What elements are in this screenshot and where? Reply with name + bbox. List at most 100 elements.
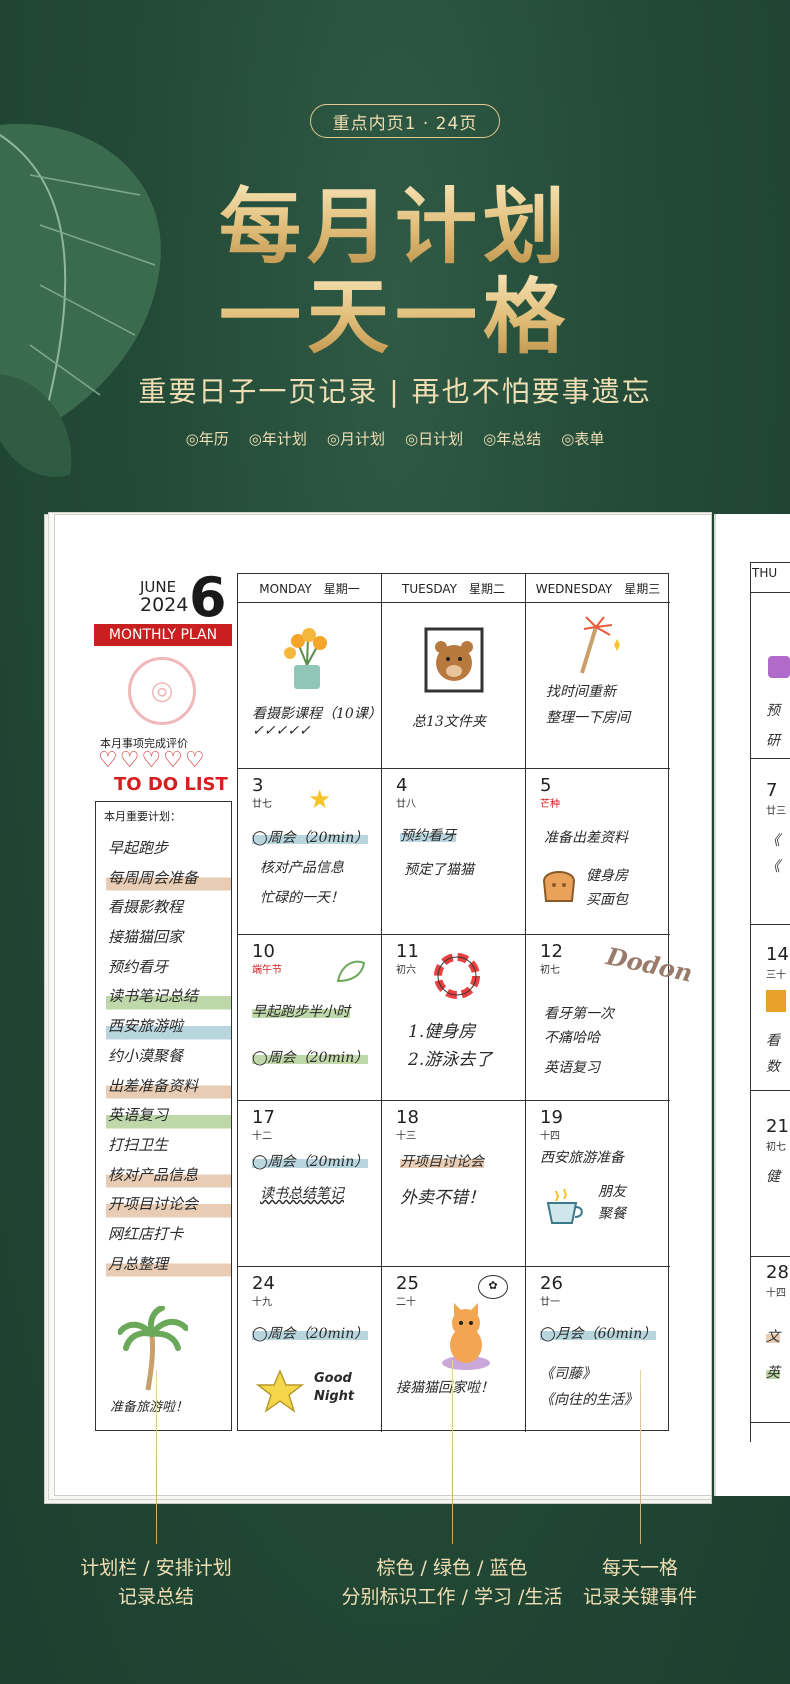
feature-item: 年总结 <box>483 428 541 449</box>
day-cell[interactable]: 总13文件夹 <box>382 603 526 769</box>
partial-note: 《 <box>766 833 780 849</box>
divider <box>750 592 790 593</box>
column-header-wednesday: WEDNESDAY 星期三 <box>526 574 670 603</box>
cell-note: 《向往的生活》 <box>540 1392 638 1408</box>
plan-heading: 本月重要计划： <box>104 810 181 823</box>
lunar-date: 十三 <box>396 1131 416 1142</box>
feature-item: 表单 <box>561 428 604 449</box>
plan-item: 核对产品信息 <box>106 1162 231 1193</box>
pointer-line <box>640 1370 641 1544</box>
monthly-plan-banner: MONTHLY PLAN <box>94 624 232 646</box>
lunar-date: 端午节 <box>252 965 282 976</box>
day-cell[interactable]: 看摄影课程（10课） ✓✓✓✓✓ <box>238 603 382 769</box>
lunar-date: 十四 <box>766 1288 786 1299</box>
day-cell[interactable]: 25 二十 ✿ 接猫猫回家啦！ <box>382 1267 526 1432</box>
heart-rating-icons: ♡♡♡♡♡ <box>98 748 207 773</box>
day-cell[interactable]: 26 廿一 ◯月会（60min） 《司藤》 《向往的生活》 <box>526 1267 670 1432</box>
day-number: 3 <box>252 775 264 796</box>
lunar-date: 芒种 <box>540 799 560 810</box>
thought-bubble-icon: ✿ <box>478 1275 508 1299</box>
day-cell[interactable]: 10 端午节 早起跑步半小时 ◯周会（20min） <box>238 935 382 1101</box>
day-cell[interactable]: 找时间重新 整理一下房间 <box>526 603 670 769</box>
plan-item: 打扫卫生 <box>108 1135 169 1154</box>
month-number: 6 <box>189 566 227 629</box>
divider <box>750 1090 790 1091</box>
coffee-cup-icon <box>546 1188 583 1224</box>
cell-note: 英语复习 <box>544 1060 600 1076</box>
day-cell[interactable]: 4 廿八 预约看牙 预定了猫猫 <box>382 769 526 935</box>
cell-note: 2.游泳去了 <box>408 1050 493 1070</box>
pointer-line <box>156 1370 157 1544</box>
cell-note: 健身房 <box>586 868 628 884</box>
feature-item: 年历 <box>186 428 229 449</box>
cell-note: 不痛哈哈 <box>544 1030 600 1046</box>
cell-note: ◯周会（20min） <box>252 827 369 847</box>
page-count-badge: 重点内页1 · 24页 <box>310 104 500 138</box>
day-number: 4 <box>396 775 408 796</box>
caption-line: 分别标识工作 / 学习 /生活 <box>341 1586 563 1608</box>
partial-note: 预 <box>766 703 780 719</box>
plan-item: 每周周会准备 <box>106 865 231 896</box>
feature-list: 年历 年计划 月计划 日计划 年总结 表单 <box>0 428 790 449</box>
star-icon: ★ <box>308 785 332 815</box>
partial-note: 数 <box>766 1059 780 1075</box>
cell-note: 聚餐 <box>598 1206 626 1222</box>
subtitle: 重要日子一页记录 | 再也不怕要事遗忘 <box>138 375 652 408</box>
firework-sparkle-icon <box>580 616 620 674</box>
day-number: 11 <box>396 941 419 962</box>
plan-item: 西安旅游啦 <box>106 1014 231 1044</box>
day-number: 12 <box>540 941 563 962</box>
day-number: 21 <box>766 1116 789 1137</box>
day-cell[interactable]: 5 芒种 准备出差资料 健身房 买面包 <box>526 769 670 935</box>
divider <box>750 924 790 925</box>
column-header-tuesday: TUESDAY 星期二 <box>382 574 526 603</box>
cell-note: 看牙第一次 <box>544 1006 614 1022</box>
palm-tree-icon <box>118 1306 188 1391</box>
partial-note: 文 <box>766 1326 780 1346</box>
lunar-date: 初七 <box>766 1142 786 1153</box>
cell-note: 开项目讨论会 <box>400 1151 484 1171</box>
plan-item: 接猫猫回家 <box>108 928 184 947</box>
plan-item: 看摄影教程 <box>108 898 184 917</box>
plan-item: 月总整理 <box>106 1251 231 1282</box>
day-cell[interactable]: 18 十三 开项目讨论会 外卖不错！ <box>382 1101 526 1267</box>
caption-line: 每天一格 <box>601 1557 678 1579</box>
plan-item: 出差准备资料 <box>106 1073 231 1104</box>
cell-note: 准备出差资料 <box>544 830 628 846</box>
day-number: 18 <box>396 1107 419 1128</box>
day-number: 10 <box>252 941 275 962</box>
cell-note: 1.健身房 <box>408 1022 476 1042</box>
cell-note: 忙碌的一天！ <box>260 890 344 906</box>
good-night-text: Night <box>314 1389 355 1404</box>
sleeping-star-icon <box>255 1369 305 1413</box>
cell-note: ◯月会（60min） <box>540 1323 657 1343</box>
day-cell[interactable]: 19 十四 西安旅游准备 朋友 聚餐 <box>526 1101 670 1267</box>
day-cell[interactable]: 11 初六 1.健身房 2.游泳去了 <box>382 935 526 1101</box>
plan-item: 预约看牙 <box>108 957 169 976</box>
day-cell[interactable]: 17 十二 ◯周会（20min） 读书总结笔记 <box>238 1101 382 1267</box>
feature-item: 月计划 <box>327 428 385 449</box>
cell-note: ◯周会（20min） <box>252 1323 369 1343</box>
cell-note: ◯周会（20min） <box>252 1151 369 1171</box>
year: 2024 <box>140 594 189 616</box>
good-night-text: Good <box>314 1371 352 1386</box>
divider <box>750 758 790 759</box>
lunar-date: 二十 <box>396 1297 416 1308</box>
day-number: 28 <box>766 1262 789 1283</box>
flower-pot-icon <box>284 628 327 689</box>
cell-note: 预约看牙 <box>400 825 456 845</box>
partial-note: 看 <box>766 1033 780 1049</box>
leaf-doodle-icon <box>336 960 366 983</box>
cell-note: 外卖不错！ <box>400 1188 485 1208</box>
lunar-date: 十九 <box>252 1297 272 1308</box>
day-cell[interactable]: 3 廿七 ★ ◯周会（20min） 核对产品信息 忙碌的一天！ <box>238 769 382 935</box>
partial-note: 英 <box>766 1362 780 1382</box>
cell-note: ◯周会（20min） <box>252 1047 369 1067</box>
cell-note: 核对产品信息 <box>260 860 344 876</box>
books-sticker-icon <box>766 990 786 1012</box>
pointer-line <box>452 1360 453 1544</box>
lunar-date: 十二 <box>252 1131 272 1142</box>
day-cell[interactable]: 24 十九 ◯周会（20min） Good Night <box>238 1267 382 1432</box>
cell-note: 买面包 <box>586 892 628 908</box>
cell-note: 早起跑步半小时 <box>252 1001 350 1021</box>
